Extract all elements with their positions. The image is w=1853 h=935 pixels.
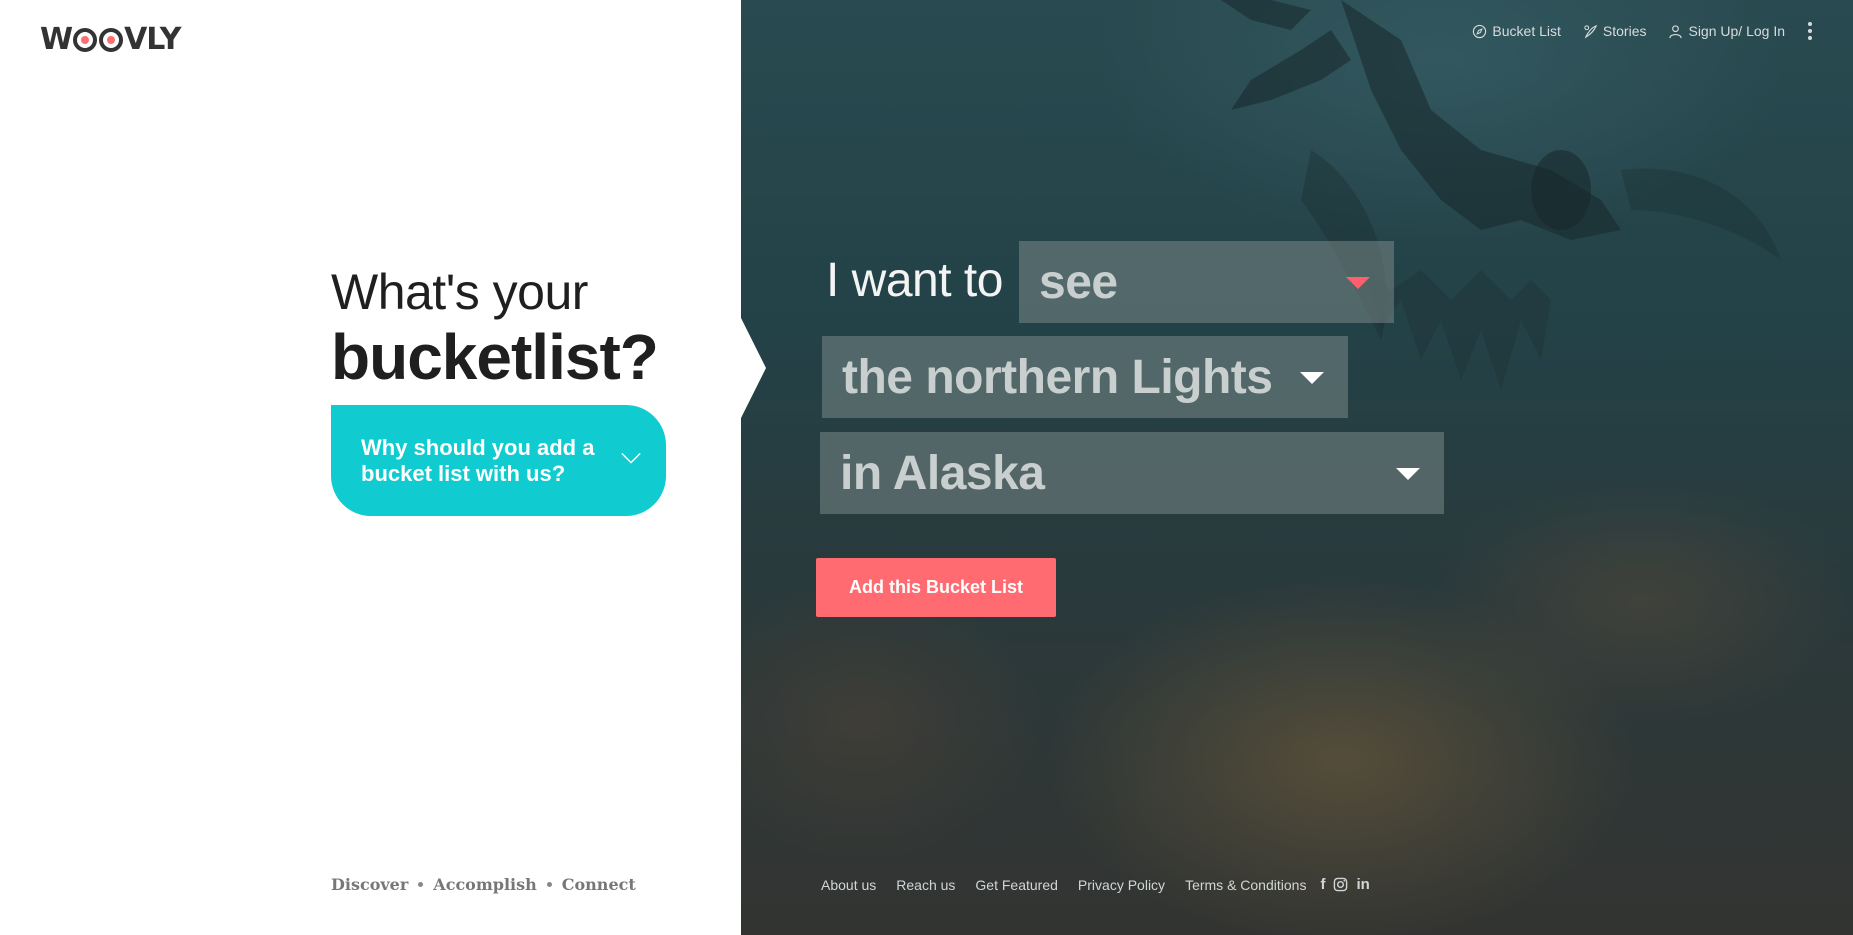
why-button-label: Why should you add a bucket list with us… bbox=[361, 435, 595, 486]
place-select[interactable]: in Alaska bbox=[820, 432, 1444, 514]
instagram-icon[interactable] bbox=[1333, 877, 1348, 892]
nav-signup-login[interactable]: Sign Up/ Log In bbox=[1668, 23, 1785, 39]
tagline-connect: Connect bbox=[561, 875, 636, 894]
nav-bucket-list[interactable]: Bucket List bbox=[1472, 23, 1561, 39]
woovly-logo[interactable]: W VLY bbox=[40, 22, 181, 57]
facebook-icon[interactable]: f bbox=[1320, 876, 1325, 893]
top-nav: Bucket List Stories Sign Up/ Log In bbox=[1472, 22, 1813, 40]
footer-privacy-policy[interactable]: Privacy Policy bbox=[1078, 877, 1165, 893]
nav-stories-label: Stories bbox=[1602, 23, 1647, 39]
footer-about-us[interactable]: About us bbox=[821, 877, 876, 893]
panel-pointer-arrow bbox=[740, 316, 766, 420]
nav-bucket-list-label: Bucket List bbox=[1492, 23, 1561, 39]
hero-line-1: What's your bbox=[331, 264, 588, 320]
compass-icon bbox=[1473, 24, 1487, 38]
hero-line-2: bucketlist? bbox=[331, 321, 659, 393]
quill-icon bbox=[1584, 24, 1598, 38]
footer: About us Reach us Get Featured Privacy P… bbox=[821, 876, 1370, 893]
verb-select-value: see bbox=[1039, 255, 1118, 309]
caret-down-icon bbox=[1300, 372, 1324, 384]
tagline-dot bbox=[418, 882, 424, 887]
user-icon bbox=[1669, 24, 1683, 38]
logo-letters-vly: VLY bbox=[124, 22, 181, 57]
linkedin-icon[interactable]: in bbox=[1356, 876, 1369, 893]
nav-signup-login-label: Sign Up/ Log In bbox=[1688, 23, 1785, 39]
nav-stories[interactable]: Stories bbox=[1583, 23, 1647, 39]
footer-reach-us[interactable]: Reach us bbox=[896, 877, 955, 893]
social-links: f in bbox=[1320, 876, 1369, 893]
verb-select[interactable]: see bbox=[1019, 241, 1394, 323]
footer-get-featured[interactable]: Get Featured bbox=[975, 877, 1058, 893]
tagline: Discover Accomplish Connect bbox=[331, 875, 636, 894]
hero-headline: What's your bucketlist? bbox=[331, 262, 659, 393]
caret-down-icon bbox=[1346, 277, 1370, 289]
more-options-icon[interactable] bbox=[1807, 22, 1813, 40]
why-add-bucket-list-button[interactable]: Why should you add a bucket list with us… bbox=[331, 405, 666, 516]
caret-down-icon bbox=[1396, 468, 1420, 480]
object-select-value: the northern Lights bbox=[842, 350, 1273, 404]
logo-o-icon bbox=[99, 27, 124, 52]
left-panel: W VLY What's your bucketlist? Why should … bbox=[0, 0, 741, 935]
tagline-discover: Discover bbox=[331, 875, 409, 894]
chevron-down-icon bbox=[621, 452, 641, 464]
place-select-value: in Alaska bbox=[840, 446, 1045, 500]
add-bucket-list-button[interactable]: Add this Bucket List bbox=[816, 558, 1056, 617]
footer-terms-conditions[interactable]: Terms & Conditions bbox=[1185, 877, 1306, 893]
logo-letter-w: W bbox=[40, 22, 73, 57]
tagline-dot bbox=[546, 882, 552, 887]
tagline-accomplish: Accomplish bbox=[433, 875, 537, 894]
object-select[interactable]: the northern Lights bbox=[822, 336, 1348, 418]
form-prefix: I want to bbox=[826, 254, 1003, 307]
logo-o-icon bbox=[73, 27, 98, 52]
